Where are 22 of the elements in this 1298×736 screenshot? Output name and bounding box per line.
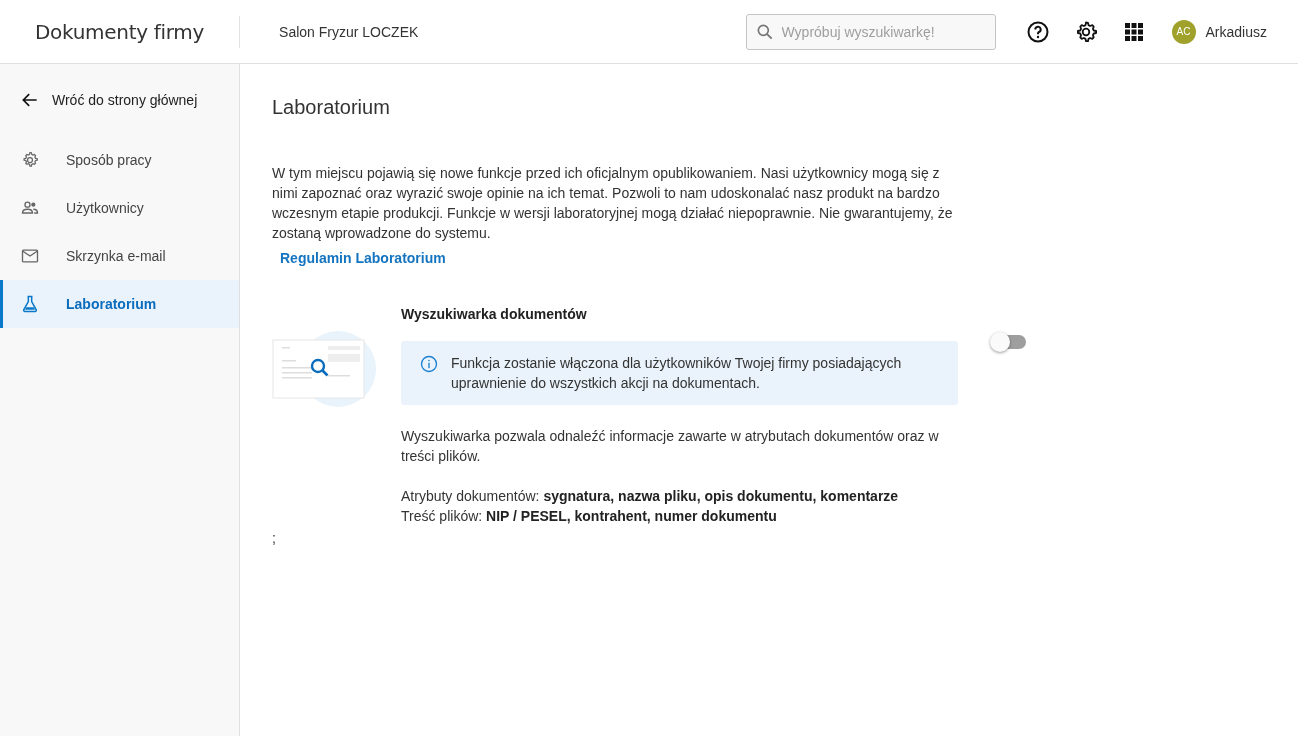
- info-text: Funkcja zostanie włączona dla użytkowników Twojej firmy posiadających uprawnienie do wszystkich akcji na dokumentach.: [451, 354, 903, 393]
- help-icon[interactable]: [1025, 19, 1050, 44]
- gear-icon: [20, 150, 40, 170]
- intro-paragraph: W tym miejscu pojawią się nowe funkcje przed ich oficjalnym opublikowaniem. Nasi użytkownicy mogą się z nimi zapoznać oraz wyrazić swoje opinie na ich temat. Pozwoli to nam udoskonalać nasz produkt na bardzo wczesnym etapie produkcji. Funkcje w wersji laboratoryjnej mogą działać niepoprawnie. Nie gwarantujemy, że zostaną wprowadzone do systemu.: [272, 164, 954, 243]
- user-name[interactable]: Arkadiusz: [1205, 23, 1267, 40]
- feature-description: Wyszukiwarka pozwala odnaleźć informacje zawarte w atrybutach dokumentów oraz w treści plików.: [401, 427, 940, 466]
- info-icon: [419, 354, 439, 374]
- feature-detail: Treść plików: NIP / PESEL, kontrahent, numer dokumentu: [401, 507, 778, 526]
- stray-text: ;: [272, 530, 277, 546]
- feature-detail: Atrybuty dokumentów: sygnatura, nazwa pliku, opis dokumentu, komentarze: [401, 487, 900, 506]
- terms-link[interactable]: Regulamin Laboratorium: [280, 250, 446, 266]
- sidebar-item[interactable]: Użytkownicy: [0, 184, 239, 232]
- flask-icon: [20, 294, 40, 314]
- app-title: Dokumenty firmy: [35, 19, 205, 44]
- page-title: Laboratorium: [272, 96, 391, 119]
- company-name: Salon Fryzur LOCZEK: [279, 23, 419, 40]
- sidebar-item[interactable]: Laboratorium: [0, 280, 239, 328]
- feature-title: Wyszukiwarka dokumentów: [401, 306, 588, 322]
- sidebar-item[interactable]: Sposób pracy: [0, 136, 239, 184]
- search-field[interactable]: Wypróbuj wyszukiwarkę!: [745, 13, 996, 50]
- sidebar-item[interactable]: Skrzynka e-mail: [0, 232, 239, 280]
- back-link[interactable]: Wróć do strony głównej: [0, 65, 239, 135]
